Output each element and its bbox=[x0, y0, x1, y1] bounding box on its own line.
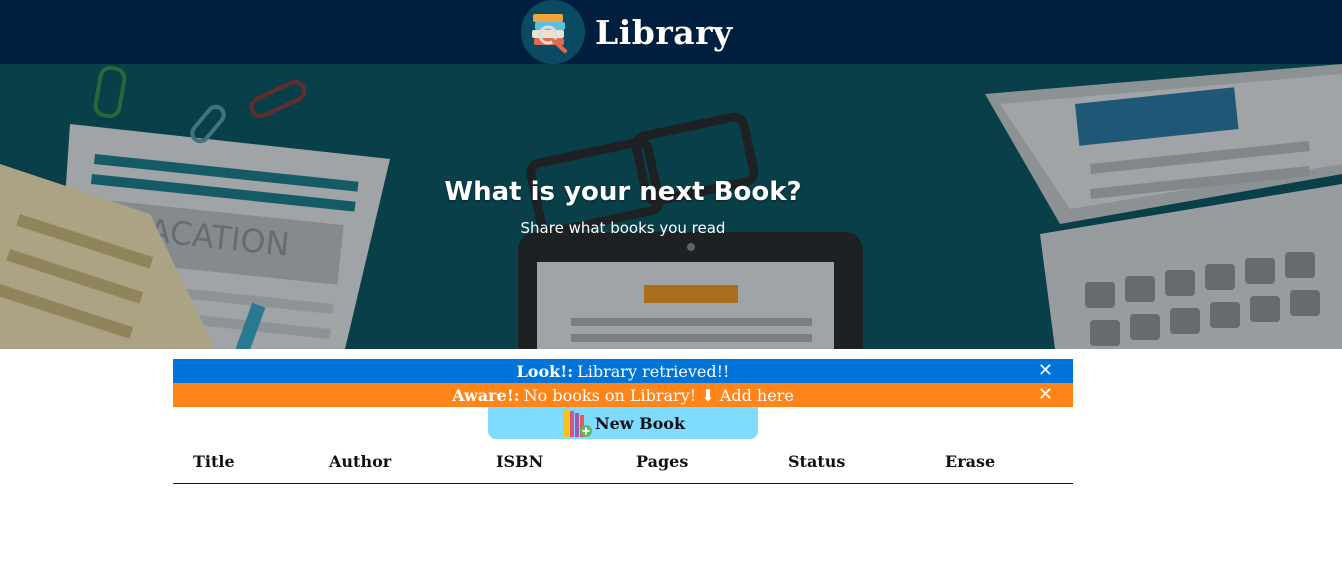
column-header-author[interactable]: Author bbox=[329, 452, 391, 471]
brand[interactable]: Library bbox=[521, 0, 733, 64]
alert-warning-text: No books on Library! ⬇ Add here bbox=[523, 385, 794, 405]
hero-title: What is your next Book? bbox=[444, 177, 802, 207]
add-book-icon bbox=[562, 409, 592, 437]
alert-info: Look!: Library retrieved!! ✕ bbox=[173, 359, 1073, 383]
new-book-label: New Book bbox=[594, 413, 686, 433]
alert-info-text: Library retrieved!! bbox=[577, 361, 730, 381]
books-table: Title Author ISBN Pages Status Erase bbox=[173, 440, 1073, 484]
hero-subtitle: Share what books you read bbox=[520, 219, 726, 237]
hero-banner: VACATION What is your next Book? Share w… bbox=[0, 64, 1342, 349]
column-header-isbn[interactable]: ISBN bbox=[496, 452, 543, 471]
header-bar: Library bbox=[0, 0, 1342, 64]
column-header-erase[interactable]: Erase bbox=[945, 452, 995, 471]
column-header-title[interactable]: Title bbox=[193, 452, 235, 471]
books-magnifier-icon bbox=[521, 0, 585, 64]
app-title: Library bbox=[595, 12, 733, 52]
alert-warning: Aware!: No books on Library! ⬇ Add here … bbox=[173, 383, 1073, 407]
column-header-status[interactable]: Status bbox=[788, 452, 845, 471]
alert-warning-label: Aware!: bbox=[452, 385, 520, 405]
alert-info-label: Look!: bbox=[516, 361, 574, 381]
close-icon[interactable]: ✕ bbox=[1038, 359, 1053, 383]
column-header-pages[interactable]: Pages bbox=[636, 452, 688, 471]
close-icon[interactable]: ✕ bbox=[1038, 383, 1053, 407]
new-book-button[interactable]: New Book bbox=[488, 407, 758, 439]
